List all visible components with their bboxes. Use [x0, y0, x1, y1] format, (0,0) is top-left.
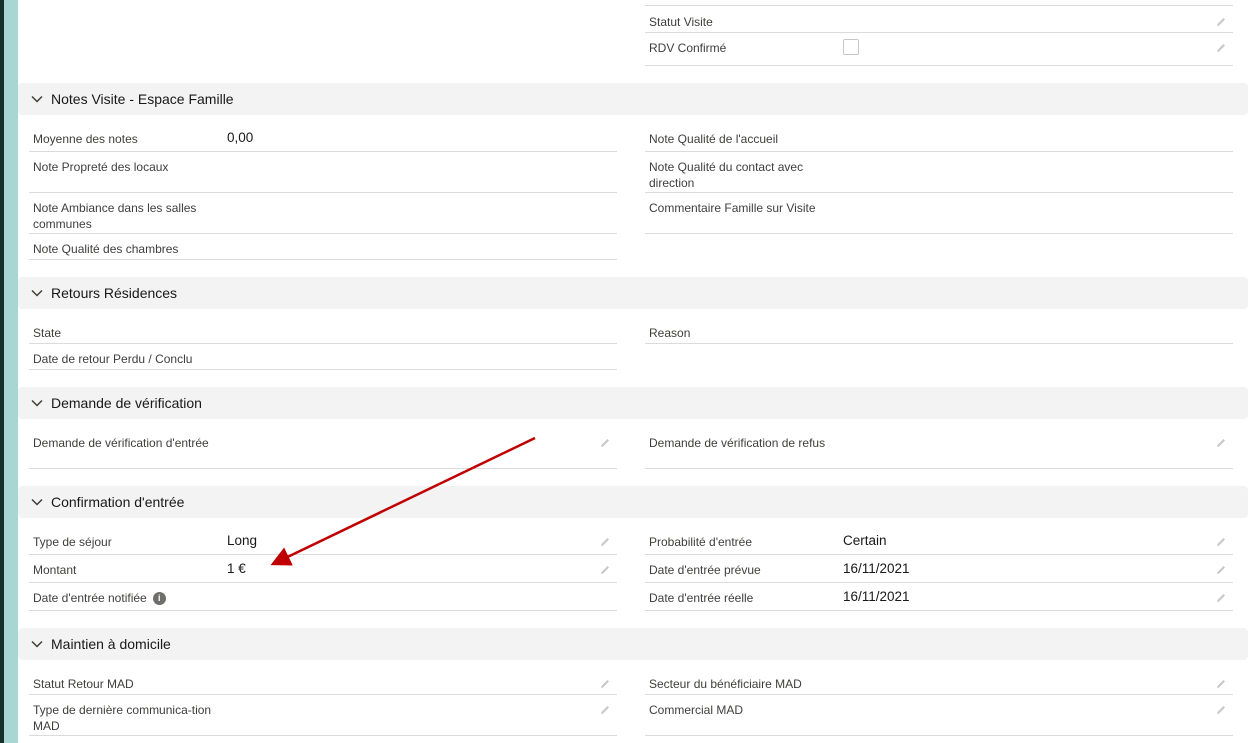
note-accueil-label: Note Qualité de l'accueil: [649, 132, 779, 146]
field-montant: Montant 1 €: [29, 561, 617, 583]
section-header-demande-verification[interactable]: Demande de vérification: [18, 387, 1248, 419]
field-statut-visite-row: Statut Visite: [645, 14, 1233, 33]
window-left-accent: [4, 0, 18, 743]
type-sejour-label: Type de séjour: [33, 535, 112, 549]
date-reelle-value: 16/11/2021: [843, 589, 910, 604]
field-commentaire-famille: Commentaire Famille sur Visite: [645, 200, 1233, 234]
field-date-notifiee: Date d'entrée notifiée i: [29, 590, 617, 611]
rdv-confirme-label: RDV Confirmé: [649, 41, 727, 55]
note-chambres-label: Note Qualité des chambres: [33, 242, 179, 256]
field-verification-entree: Demande de vérification d'entrée: [29, 435, 617, 469]
chevron-down-icon: [31, 399, 43, 407]
montant-value: 1 €: [227, 561, 246, 576]
pencil-icon[interactable]: [599, 704, 611, 716]
date-notifiee-label-wrap: Date d'entrée notifiée i: [33, 590, 213, 606]
field-date-prevue: Date d'entrée prévue 16/11/2021: [645, 561, 1233, 583]
probabilite-label: Probabilité d'entrée: [649, 535, 753, 549]
section-title: Demande de vérification: [51, 395, 202, 411]
pencil-icon[interactable]: [1215, 678, 1227, 690]
date-prevue-label: Date d'entrée prévue: [649, 563, 761, 577]
field-commercial-mad: Commercial MAD: [645, 702, 1233, 736]
note-ambiance-label: Note Ambiance dans les salles communes: [33, 201, 197, 231]
field-secteur-mad: Secteur du bénéficiaire MAD: [645, 676, 1233, 695]
montant-label: Montant: [33, 563, 77, 577]
section-title: Notes Visite - Espace Famille: [51, 91, 234, 107]
record-detail-panel: Statut Visite RDV Confirmé Notes Visite …: [18, 0, 1258, 743]
pencil-icon[interactable]: [599, 678, 611, 690]
field-date-retour: Date de retour Perdu / Conclu: [29, 351, 617, 370]
field-note-ambiance: Note Ambiance dans les salles communes: [29, 200, 617, 234]
field-type-communication-mad: Type de dernière communica-tion MAD: [29, 702, 617, 736]
pencil-icon[interactable]: [1215, 564, 1227, 576]
date-prevue-value: 16/11/2021: [843, 561, 910, 576]
pencil-icon[interactable]: [599, 437, 611, 449]
pencil-icon[interactable]: [599, 564, 611, 576]
rdv-confirme-checkbox[interactable]: [843, 39, 859, 55]
field-date-reelle: Date d'entrée réelle 16/11/2021: [645, 589, 1233, 611]
field-reason: Reason: [645, 325, 1233, 344]
pencil-icon[interactable]: [1215, 704, 1227, 716]
pencil-icon[interactable]: [1215, 42, 1227, 54]
section-header-notes-visite[interactable]: Notes Visite - Espace Famille: [18, 83, 1248, 115]
section-title: Confirmation d'entrée: [51, 494, 185, 510]
pencil-icon[interactable]: [1215, 16, 1227, 28]
pencil-icon[interactable]: [1215, 437, 1227, 449]
field-note-accueil: Note Qualité de l'accueil: [645, 131, 1233, 152]
field-moyenne-notes: Moyenne des notes 0,00: [29, 130, 617, 152]
section-header-confirmation-entree[interactable]: Confirmation d'entrée: [18, 486, 1248, 518]
field-verification-refus: Demande de vérification de refus: [645, 435, 1233, 469]
field-type-sejour: Type de séjour Long: [29, 533, 617, 555]
moyenne-notes-value: 0,00: [227, 130, 254, 145]
chevron-down-icon: [31, 640, 43, 648]
state-label: State: [33, 326, 62, 340]
statut-retour-mad-label: Statut Retour MAD: [33, 677, 134, 691]
date-notifiee-label: Date d'entrée notifiée: [33, 591, 147, 605]
reason-label: Reason: [649, 326, 691, 340]
verification-refus-label: Demande de vérification de refus: [649, 436, 826, 450]
section-title: Maintien à domicile: [51, 636, 171, 652]
commercial-mad-label: Commercial MAD: [649, 703, 744, 717]
field-rdv-confirme: RDV Confirmé: [645, 39, 1233, 66]
chevron-down-icon: [31, 498, 43, 506]
field-note-contact: Note Qualité du contact avec direction: [645, 159, 1233, 193]
field-state: State: [29, 325, 617, 344]
secteur-mad-label: Secteur du bénéficiaire MAD: [649, 677, 802, 691]
section-header-retours-residences[interactable]: Retours Résidences: [18, 277, 1248, 309]
field-statut-visite: [645, 5, 1233, 6]
commentaire-famille-label: Commentaire Famille sur Visite: [649, 201, 816, 215]
field-statut-retour-mad: Statut Retour MAD: [29, 676, 617, 695]
chevron-down-icon: [31, 95, 43, 103]
note-contact-label: Note Qualité du contact avec direction: [649, 160, 804, 190]
section-header-maintien-domicile[interactable]: Maintien à domicile: [18, 628, 1248, 660]
field-note-chambres: Note Qualité des chambres: [29, 241, 617, 260]
note-proprete-label: Note Propreté des locaux: [33, 160, 169, 174]
type-communication-mad-label: Type de dernière communica-tion MAD: [33, 703, 212, 733]
date-reelle-label: Date d'entrée réelle: [649, 591, 754, 605]
chevron-down-icon: [31, 289, 43, 297]
info-icon[interactable]: i: [152, 592, 166, 606]
pencil-icon[interactable]: [1215, 592, 1227, 604]
moyenne-notes-label: Moyenne des notes: [33, 132, 138, 146]
field-probabilite: Probabilité d'entrée Certain: [645, 533, 1233, 555]
statut-visite-label: Statut Visite: [649, 15, 713, 29]
pencil-icon[interactable]: [599, 536, 611, 548]
type-sejour-value: Long: [227, 533, 258, 548]
date-retour-label: Date de retour Perdu / Conclu: [33, 352, 193, 366]
pencil-icon[interactable]: [1215, 536, 1227, 548]
field-note-proprete: Note Propreté des locaux: [29, 159, 617, 193]
verification-entree-label: Demande de vérification d'entrée: [33, 436, 209, 450]
probabilite-value: Certain: [843, 533, 887, 548]
section-title: Retours Résidences: [51, 285, 178, 301]
